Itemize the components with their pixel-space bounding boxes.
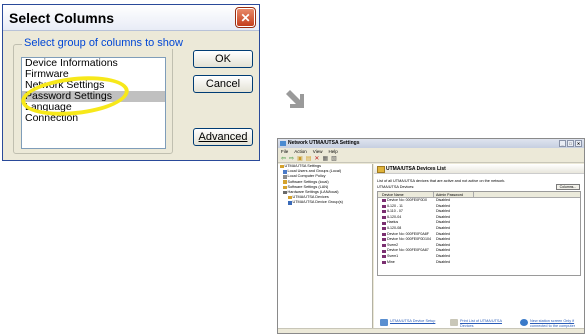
column-group-box: Select group of columns to show Device I… bbox=[13, 37, 185, 154]
settings-icon bbox=[283, 180, 287, 184]
arrow-down-right-icon bbox=[286, 90, 304, 108]
device-icon bbox=[382, 216, 386, 220]
device-icon bbox=[382, 255, 386, 259]
users-icon bbox=[283, 170, 287, 174]
menu-bar: File Action View Help bbox=[278, 148, 584, 155]
dialog-title: Select Columns bbox=[9, 9, 115, 26]
page-title: UTMA/UTSA Devices List bbox=[374, 164, 584, 174]
folder-icon bbox=[280, 164, 284, 169]
column-header-admin-password[interactable]: Admin Password bbox=[434, 192, 474, 197]
device-icon bbox=[382, 260, 386, 264]
new-station-link[interactable]: New station screen Only if connected to … bbox=[514, 319, 584, 328]
ok-button[interactable]: OK bbox=[193, 50, 253, 68]
minimize-icon[interactable]: _ bbox=[559, 140, 566, 147]
app-icon bbox=[280, 141, 286, 146]
back-icon[interactable]: ⇦ bbox=[281, 156, 286, 162]
group-label: Select group of columns to show bbox=[22, 37, 185, 49]
toolbar: ⇦ ⇨ ▣ ▤ ✕ ▦ ▧ bbox=[278, 155, 584, 163]
window-title: Network UTMA/UTSA Settings bbox=[288, 140, 360, 146]
print-list-link[interactable]: Print List of UTMA/UTSA Devices bbox=[444, 319, 514, 328]
group-icon bbox=[288, 201, 292, 205]
device-icon bbox=[382, 249, 386, 253]
properties-icon[interactable]: ▧ bbox=[331, 156, 337, 162]
list-label: UTMA/UTSA Devices: bbox=[377, 185, 415, 189]
columns-button[interactable]: Columns... bbox=[556, 184, 580, 190]
device-name: Mine bbox=[387, 259, 395, 264]
device-setup-link[interactable]: UTMA/UTSA Device Setup bbox=[374, 319, 444, 328]
column-header-device-name[interactable]: Device Name bbox=[378, 192, 434, 197]
folder-icon bbox=[288, 195, 292, 200]
close-icon[interactable]: ✕ bbox=[235, 7, 256, 28]
cancel-button[interactable]: Cancel bbox=[193, 75, 253, 93]
menu-action[interactable]: Action bbox=[294, 148, 307, 155]
network-settings-window: Network UTMA/UTSA Settings _ □ ✕ File Ac… bbox=[277, 138, 585, 334]
menu-help[interactable]: Help bbox=[328, 148, 337, 155]
devices-table: Device Name Admin Password Device No: 00… bbox=[377, 191, 581, 276]
device-icon bbox=[382, 199, 386, 203]
window-title-bar: Network UTMA/UTSA Settings _ □ ✕ bbox=[278, 139, 584, 148]
print-icon bbox=[450, 319, 458, 326]
hardware-icon bbox=[283, 190, 287, 195]
menu-file[interactable]: File bbox=[281, 148, 288, 155]
delete-icon[interactable]: ✕ bbox=[314, 156, 319, 162]
main-pane: UTMA/UTSA Devices List List of all UTMA/… bbox=[374, 164, 584, 333]
dialog-title-bar: Select Columns ✕ bbox=[3, 5, 259, 31]
list-item[interactable]: Connection bbox=[22, 113, 165, 124]
maximize-icon[interactable]: □ bbox=[567, 140, 574, 147]
navigation-tree: UTMA/UTSA Settings Local Users and Group… bbox=[278, 164, 373, 333]
device-setup-icon bbox=[380, 319, 388, 326]
status-bar bbox=[278, 328, 584, 333]
menu-view[interactable]: View bbox=[313, 148, 323, 155]
table-row[interactable]: Mine Disabled bbox=[378, 260, 580, 266]
device-icon bbox=[382, 232, 386, 236]
device-icon bbox=[382, 221, 386, 225]
advanced-button[interactable]: Advanced bbox=[193, 128, 253, 146]
network-icon bbox=[520, 319, 528, 326]
admin-password-status: Disabled bbox=[436, 259, 450, 264]
policy-icon bbox=[283, 175, 287, 179]
device-icon bbox=[382, 238, 386, 242]
folder-icon[interactable]: ▤ bbox=[306, 156, 312, 162]
up-icon[interactable]: ▣ bbox=[297, 156, 303, 162]
column-group-list[interactable]: Device Informations Firmware Network Set… bbox=[21, 57, 166, 149]
settings-icon bbox=[283, 185, 287, 190]
close-icon[interactable]: ✕ bbox=[575, 140, 582, 147]
forward-icon[interactable]: ⇨ bbox=[289, 156, 294, 162]
device-icon bbox=[382, 244, 386, 248]
device-icon bbox=[382, 227, 386, 231]
device-icon bbox=[382, 210, 386, 214]
task-links: UTMA/UTSA Device Setup Print List of UTM… bbox=[374, 319, 584, 328]
print-icon[interactable]: ▦ bbox=[322, 156, 328, 162]
device-icon bbox=[382, 204, 386, 208]
select-columns-dialog: Select Columns ✕ Select group of columns… bbox=[2, 4, 260, 161]
list-label-row: UTMA/UTSA Devices: Columns... bbox=[374, 184, 584, 191]
tree-item[interactable]: UTMA/UTSA Device Group(s) bbox=[278, 200, 372, 205]
